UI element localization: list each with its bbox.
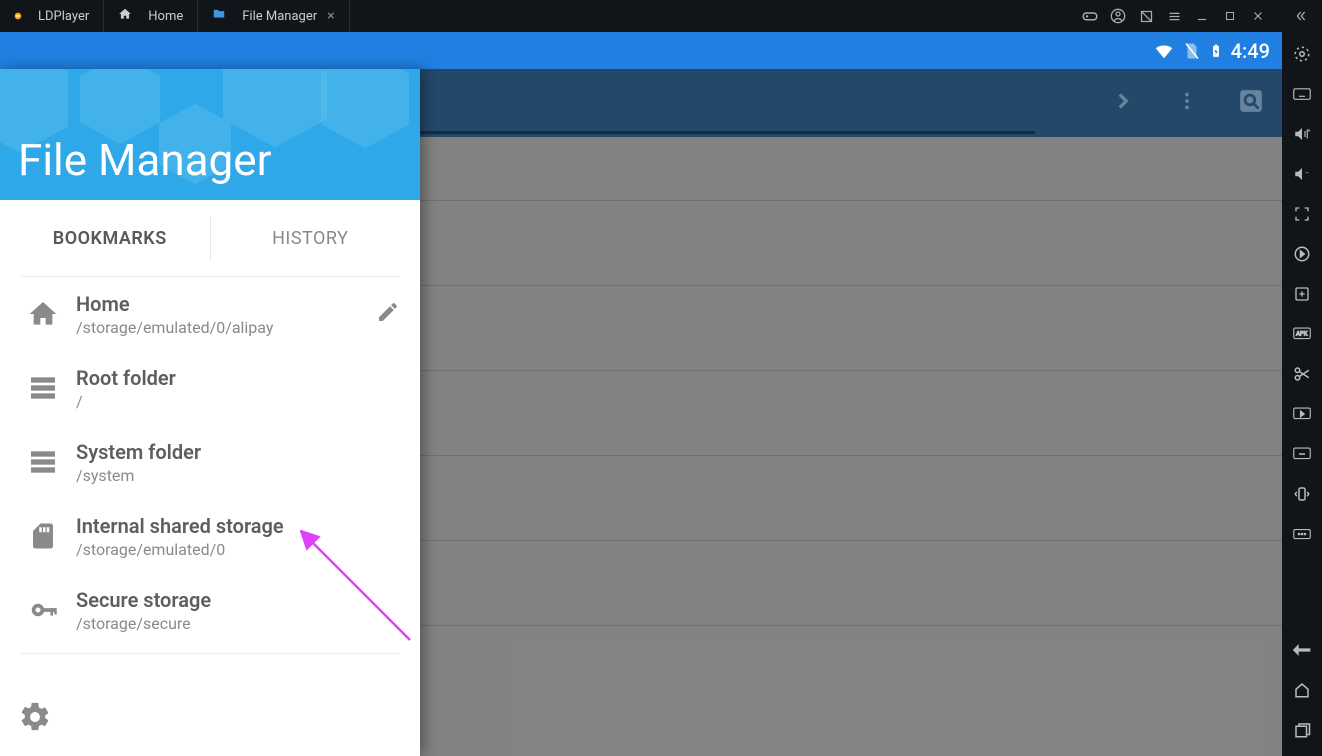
account-icon[interactable]	[1104, 2, 1132, 30]
back-nav-icon[interactable]	[1290, 638, 1314, 662]
folder-icon	[212, 7, 234, 25]
svg-text:−: −	[1305, 169, 1309, 178]
drawer-header: File Manager	[0, 69, 420, 200]
status-time: 4:49	[1231, 39, 1270, 63]
volume-up-icon[interactable]: +	[1290, 122, 1314, 146]
wifi-icon	[1153, 40, 1175, 62]
tab-history[interactable]: HISTORY	[211, 200, 411, 276]
apk-install-icon[interactable]: APK	[1290, 322, 1314, 346]
emulator-brand-tab: LDPlayer	[0, 0, 104, 32]
bookmark-path: /system	[76, 466, 400, 485]
ldplayer-logo-icon	[14, 8, 30, 24]
storage-icon	[20, 439, 66, 485]
drawer-tabs: BOOKMARKS HISTORY	[0, 200, 420, 276]
tab-label: File Manager	[242, 9, 317, 24]
recents-nav-icon[interactable]	[1290, 718, 1314, 742]
bookmark-secure-storage[interactable]: Secure storage /storage/secure	[10, 573, 410, 647]
tab-bookmarks[interactable]: BOOKMARKS	[10, 200, 210, 276]
bookmarks-list: Home /storage/emulated/0/alipay Root fol…	[0, 276, 420, 682]
bookmark-label: Root folder	[76, 366, 400, 390]
svg-text:APK: APK	[1296, 331, 1308, 338]
gamepad-icon[interactable]	[1076, 2, 1104, 30]
storage-icon	[20, 365, 66, 411]
settings-gear-icon[interactable]	[1290, 42, 1314, 66]
key-icon	[20, 587, 66, 633]
more-icon[interactable]	[1290, 522, 1314, 546]
home-nav-icon[interactable]	[1290, 678, 1314, 702]
sd-card-icon	[20, 513, 66, 559]
emulator-tab-bar: LDPlayer Home File Manager ×	[0, 0, 1322, 32]
bookmark-label: System folder	[76, 440, 400, 464]
window-controls	[1076, 0, 1322, 32]
scissors-icon[interactable]	[1290, 362, 1314, 386]
bookmark-system[interactable]: System folder /system	[10, 425, 410, 499]
bookmark-path: /	[76, 392, 400, 411]
bookmark-label: Secure storage	[76, 588, 400, 612]
emulator-brand-label: LDPlayer	[38, 9, 89, 24]
screenshot-icon[interactable]	[1132, 2, 1160, 30]
maximize-icon[interactable]	[1216, 2, 1244, 30]
bookmark-label: Home	[76, 292, 376, 316]
bookmark-path: /storage/emulated/0	[76, 540, 400, 559]
navigation-drawer: File Manager BOOKMARKS HISTORY Home /sto…	[0, 69, 420, 756]
tab-home[interactable]: Home	[104, 0, 198, 32]
multi-instance-icon[interactable]	[1290, 282, 1314, 306]
bookmark-root[interactable]: Root folder /	[10, 351, 410, 425]
volume-down-icon[interactable]: −	[1290, 162, 1314, 186]
minimize-icon[interactable]	[1188, 2, 1216, 30]
drawer-scrim[interactable]	[420, 69, 1282, 756]
emulator-right-toolbar: + − APK	[1282, 32, 1322, 756]
bookmark-label: Internal shared storage	[76, 514, 400, 538]
close-icon[interactable]	[1244, 2, 1272, 30]
shake-icon[interactable]	[1290, 482, 1314, 506]
tab-file-manager[interactable]: File Manager ×	[198, 0, 349, 32]
keyboard-icon[interactable]	[1290, 82, 1314, 106]
hamburger-icon[interactable]	[1160, 2, 1188, 30]
android-status-bar: 4:49	[0, 32, 1282, 69]
drawer-title: File Manager	[18, 134, 272, 186]
tab-label: Home	[148, 9, 183, 24]
fullscreen-icon[interactable]	[1290, 202, 1314, 226]
drawer-footer	[0, 682, 420, 756]
edit-icon[interactable]	[376, 300, 400, 328]
svg-text:+: +	[1307, 128, 1311, 135]
bookmark-path: /storage/emulated/0/alipay	[76, 318, 376, 337]
bookmark-path: /storage/secure	[76, 614, 400, 633]
battery-charging-icon	[1209, 40, 1223, 62]
no-sim-icon	[1183, 40, 1201, 62]
tab-close-icon[interactable]: ×	[327, 8, 334, 24]
record-icon[interactable]	[1290, 402, 1314, 426]
home-icon	[118, 7, 140, 25]
operation-record-icon[interactable]	[1290, 442, 1314, 466]
sync-icon[interactable]	[1290, 242, 1314, 266]
collapse-sidebar-icon[interactable]	[1286, 2, 1314, 30]
bookmark-internal-storage[interactable]: Internal shared storage /storage/emulate…	[10, 499, 410, 573]
home-icon	[20, 291, 66, 337]
bookmark-home[interactable]: Home /storage/emulated/0/alipay	[10, 277, 410, 351]
settings-icon[interactable]	[18, 719, 52, 738]
